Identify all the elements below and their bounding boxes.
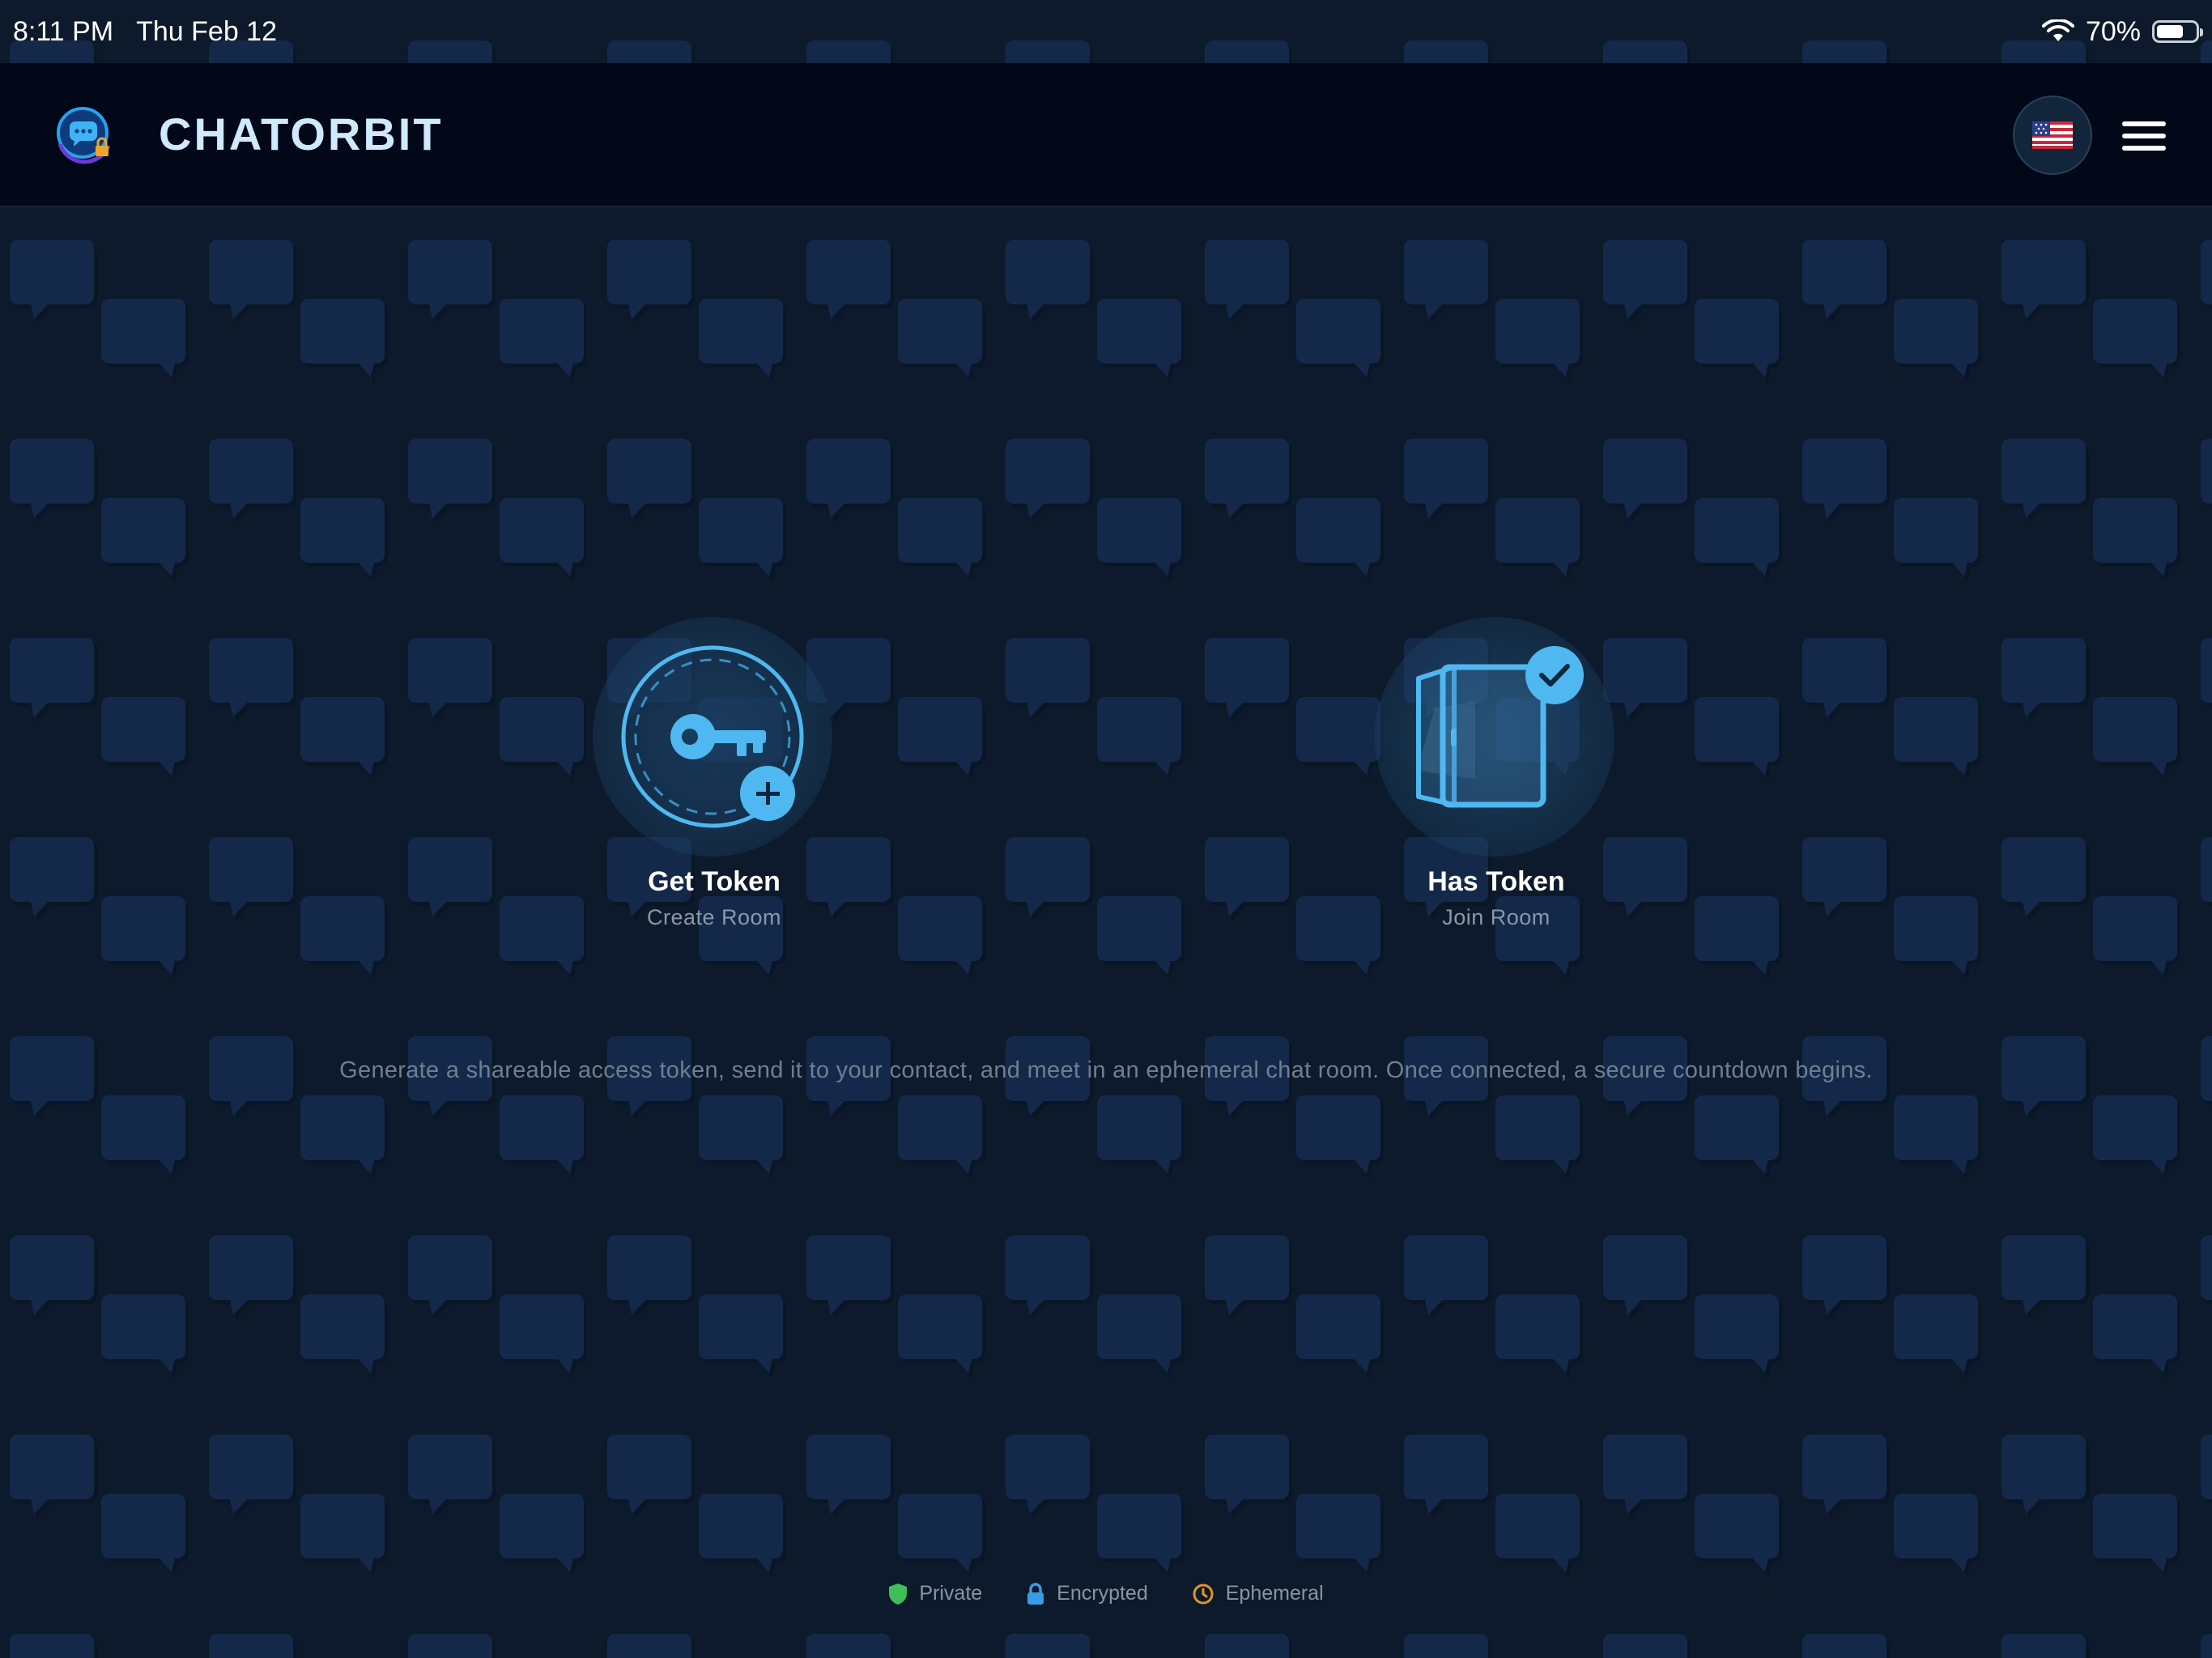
get-token-title: Get Token (648, 866, 781, 897)
feature-badges: Private Encrypted Ephemeral (0, 1582, 2212, 1605)
has-token-icon-circle (1375, 617, 1614, 857)
feature-ephemeral: Ephemeral (1192, 1582, 1324, 1605)
menu-button[interactable] (2113, 105, 2175, 167)
feature-encrypted-label: Encrypted (1057, 1582, 1148, 1605)
key-plus-icon (621, 645, 804, 828)
status-date: Thu Feb 12 (136, 15, 277, 47)
feature-encrypted: Encrypted (1026, 1582, 1148, 1605)
feature-private: Private (888, 1582, 982, 1605)
app-header: CHATORBIT (0, 63, 2212, 207)
shield-icon (889, 1583, 908, 1605)
app-title: CHATORBIT (159, 108, 444, 159)
get-token-icon-circle (593, 617, 832, 857)
chat-bubble-background-pattern (0, 0, 2212, 1658)
description-text: Generate a shareable access token, send … (339, 1057, 1873, 1083)
feature-private-label: Private (919, 1582, 983, 1605)
lock-icon (1027, 1582, 1044, 1605)
hamburger-menu-icon (2122, 121, 2166, 151)
wifi-icon (2041, 19, 2074, 41)
battery-icon (2152, 20, 2203, 43)
has-token-subtitle: Join Room (1442, 905, 1551, 929)
door-check-icon (1416, 646, 1584, 808)
battery-level (2157, 25, 2183, 38)
chat-bubble-lock-logo (57, 107, 111, 164)
clock-icon (1193, 1584, 1214, 1604)
status-bar: 8:11 PM Thu Feb 12 70% (0, 0, 2212, 63)
status-time: 8:11 PM (13, 15, 114, 47)
us-flag-icon (2032, 121, 2073, 149)
feature-ephemeral-label: Ephemeral (1225, 1582, 1324, 1605)
get-token-subtitle: Create Room (646, 905, 782, 929)
language-button[interactable] (2013, 96, 2092, 175)
app-screen: 8:11 PM Thu Feb 12 70% CHATORBIT Get Tok… (0, 0, 2212, 1658)
battery-percentage: 70% (2085, 15, 2141, 47)
has-token-button[interactable]: Has Token Join Room (1326, 617, 1666, 941)
has-token-title: Has Token (1427, 866, 1565, 897)
get-token-button[interactable]: Get Token Create Room (544, 617, 884, 941)
